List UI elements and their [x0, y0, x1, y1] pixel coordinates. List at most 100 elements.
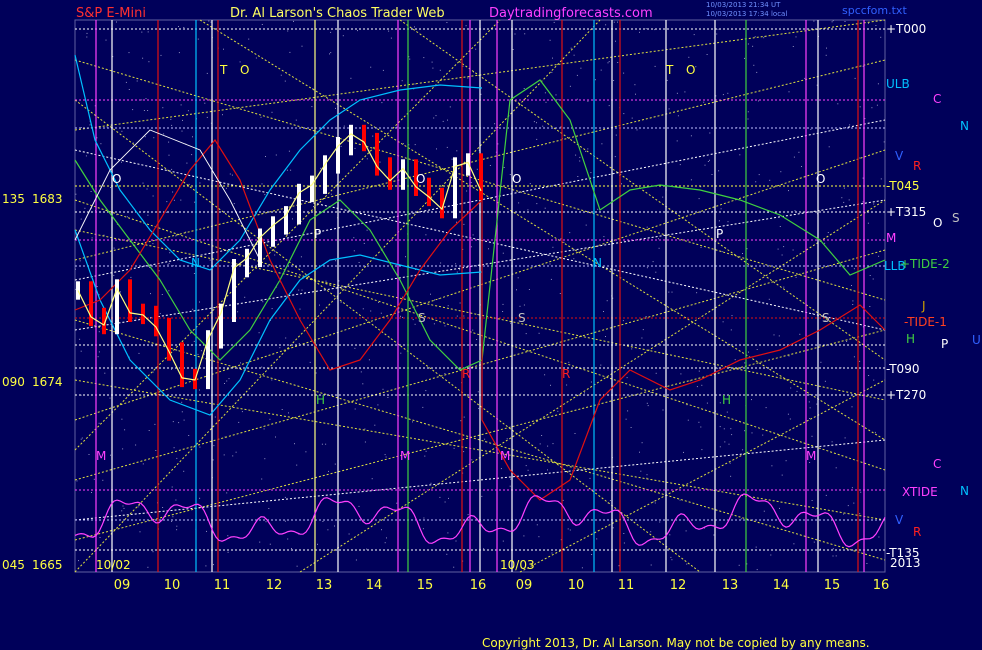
star [650, 392, 652, 393]
star [755, 181, 757, 183]
star [446, 146, 448, 148]
star [264, 458, 266, 460]
star [313, 206, 314, 207]
star [188, 435, 190, 436]
star [321, 443, 323, 445]
star [852, 304, 854, 305]
star [353, 250, 355, 252]
star [206, 116, 208, 118]
star [261, 366, 263, 368]
planet-letter: O [240, 63, 249, 77]
star [547, 445, 549, 447]
star [622, 320, 624, 322]
star [576, 74, 578, 76]
star [292, 218, 293, 220]
star [358, 505, 360, 507]
star [340, 301, 342, 303]
star [348, 533, 350, 535]
star [573, 54, 575, 56]
star [98, 331, 100, 333]
star [849, 124, 851, 126]
star [545, 101, 547, 103]
star [860, 491, 862, 493]
star [309, 361, 311, 363]
right-label: C [933, 92, 941, 106]
star [853, 356, 855, 358]
right-label: N [960, 119, 969, 133]
star [470, 246, 472, 248]
star [178, 26, 179, 27]
star [671, 291, 673, 293]
star [439, 496, 441, 498]
star [144, 136, 146, 138]
star [751, 399, 752, 401]
star [212, 459, 214, 461]
star [274, 254, 276, 256]
star [669, 534, 671, 536]
star [86, 36, 88, 38]
star [343, 125, 345, 127]
star [751, 432, 753, 434]
star [552, 57, 553, 59]
star [843, 187, 845, 189]
star [145, 98, 147, 100]
star [432, 67, 434, 69]
star [381, 529, 382, 531]
star [516, 289, 517, 291]
star [146, 188, 148, 190]
star [825, 54, 827, 56]
star [334, 525, 335, 527]
star [293, 20, 294, 22]
star [330, 52, 332, 54]
chart-author: Dr. Al Larson's Chaos Trader Web [230, 6, 445, 21]
star [100, 143, 102, 145]
star [294, 443, 295, 445]
star [873, 203, 875, 205]
star [392, 212, 394, 214]
star [758, 100, 759, 102]
star [467, 77, 469, 79]
star [717, 367, 719, 369]
star [299, 308, 301, 310]
star [229, 173, 231, 175]
planet-letter: S [518, 311, 526, 325]
star [866, 563, 868, 564]
star [512, 49, 514, 50]
star [700, 246, 702, 248]
star [147, 110, 149, 111]
star [683, 451, 684, 453]
star [414, 83, 416, 85]
chart-timestamp-ut: 10/03/2013 21:34 UT [706, 1, 781, 9]
star [869, 275, 871, 276]
star [790, 387, 792, 389]
star [165, 211, 167, 213]
star [193, 340, 195, 342]
star [785, 460, 787, 462]
star [261, 24, 263, 25]
star [778, 335, 780, 337]
star [91, 237, 93, 239]
star [868, 375, 870, 376]
star [125, 81, 127, 83]
star [453, 447, 455, 449]
star [75, 193, 77, 195]
star [646, 226, 648, 228]
star [742, 449, 744, 451]
star [264, 194, 266, 196]
star [600, 69, 602, 71]
star [613, 21, 615, 23]
star [711, 174, 713, 175]
right-label: U [972, 333, 981, 347]
star [181, 130, 183, 132]
planet-letter: N [191, 256, 200, 270]
star [525, 333, 527, 335]
star [539, 345, 540, 347]
star [654, 502, 656, 504]
star [783, 286, 785, 288]
star [688, 56, 690, 58]
star [84, 207, 86, 209]
star [483, 548, 485, 550]
star [209, 259, 211, 261]
star [843, 513, 845, 515]
star [758, 174, 760, 176]
